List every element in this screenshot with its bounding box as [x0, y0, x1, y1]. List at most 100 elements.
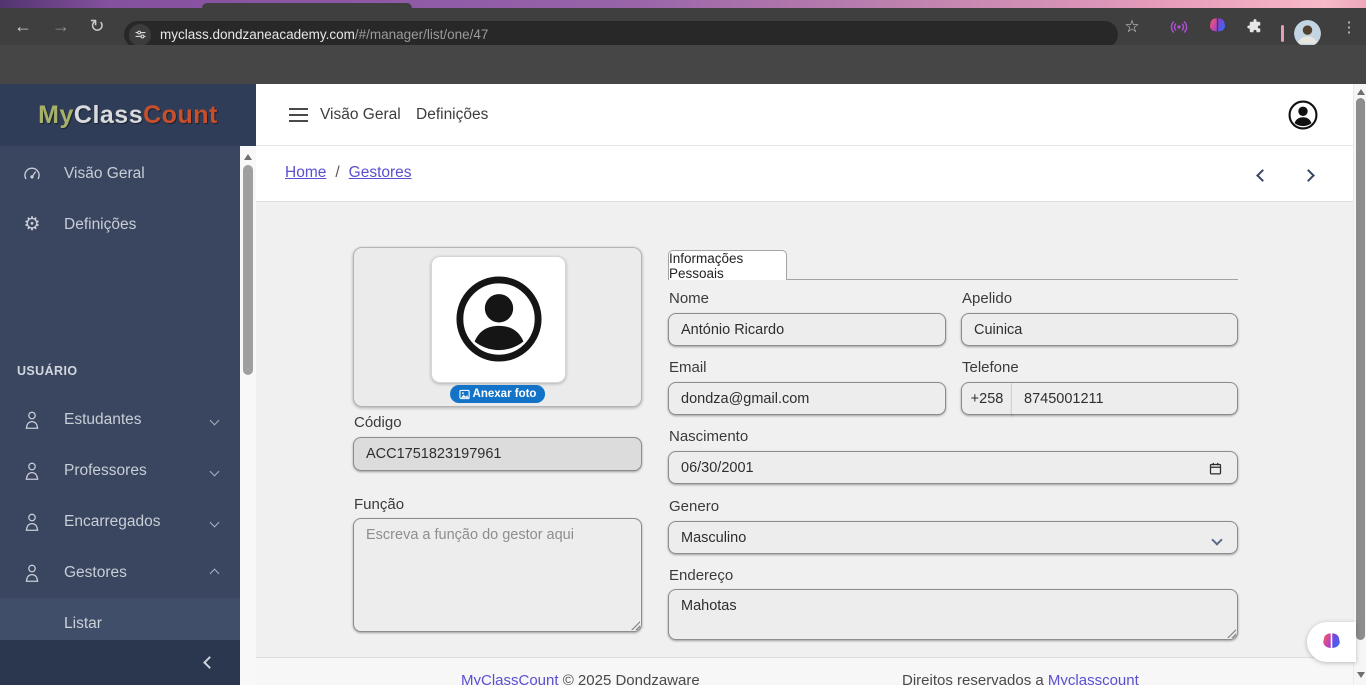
sidebar-item-encarregados[interactable]: Encarregados — [0, 496, 240, 547]
telefone-label: Telefone — [962, 359, 1019, 376]
chevron-up-icon — [209, 564, 220, 582]
genero-value: Masculino — [681, 529, 747, 546]
url-path: /#/manager/list/one/47 — [354, 27, 489, 42]
genero-label: Genero — [669, 498, 720, 515]
sidebar-item-definicoes[interactable]: ⚙ Definições — [0, 199, 240, 250]
url-host: myclass.dondzaneacademy.com — [160, 27, 355, 42]
attach-photo-button[interactable]: Anexar foto — [449, 385, 546, 403]
apelido-input[interactable] — [961, 313, 1238, 346]
previous-record-button[interactable] — [1252, 165, 1272, 185]
breadcrumb-link-home[interactable]: Home — [285, 164, 326, 182]
topnav-link-definicoes[interactable]: Definições — [416, 106, 488, 124]
apelido-label: Apelido — [962, 290, 1013, 307]
page-footer: MyClassCount © 2025 Dondzaware Direitos … — [256, 657, 1366, 685]
brain-icon — [1323, 632, 1340, 648]
extensions-puzzle-icon[interactable] — [1238, 8, 1272, 45]
footer-copyright: © 2025 Dondzaware — [562, 672, 700, 685]
app-logo[interactable]: MyClassCount — [0, 84, 256, 146]
sidebar-scrollbar[interactable] — [240, 146, 256, 685]
topnav-link-visao-geral[interactable]: Visão Geral — [320, 106, 401, 124]
chevron-down-icon — [209, 411, 220, 429]
hamburger-menu-icon[interactable] — [289, 108, 308, 126]
site-settings-icon[interactable] — [129, 23, 151, 46]
reload-button[interactable]: ↻ — [80, 8, 114, 45]
breadcrumb-link-gestores[interactable]: Gestores — [349, 164, 412, 182]
app-logo-text: MyClassCount — [38, 100, 218, 129]
sidebar-item-label: Visão Geral — [64, 164, 145, 182]
nascimento-label: Nascimento — [669, 428, 749, 445]
url-text: myclass.dondzaneacademy.com/#/manager/li… — [160, 27, 488, 42]
telefone-prefix: +258 — [961, 382, 1013, 415]
endereco-textarea[interactable]: Mahotas — [668, 589, 1238, 640]
next-record-button[interactable] — [1298, 165, 1318, 185]
screen: ← → ↻ myclass.dondzaneacademy.com/#/mana… — [0, 0, 1366, 685]
manager-detail-panel: Anexar foto Código Função Informações Pe… — [256, 202, 1366, 657]
broadcast-extension-icon[interactable] — [1162, 8, 1196, 45]
page-scroll-up-arrow[interactable] — [1357, 89, 1365, 95]
person-icon — [0, 461, 64, 481]
browser-toolbar: ← → ↻ myclass.dondzaneacademy.com/#/mana… — [0, 8, 1366, 48]
person-avatar-icon — [455, 275, 542, 362]
forward-button[interactable]: → — [44, 8, 78, 45]
collapse-chevron-icon[interactable] — [203, 654, 216, 672]
sidebar-subitem-label: Listar — [64, 614, 102, 632]
nascimento-value: 06/30/2001 — [681, 459, 754, 476]
footer-rights-link[interactable]: Myclasscount — [1048, 672, 1139, 685]
chevron-down-icon — [209, 462, 220, 480]
sidebar-item-estudantes[interactable]: Estudantes — [0, 394, 240, 445]
address-bar[interactable]: myclass.dondzaneacademy.com/#/manager/li… — [124, 21, 1118, 48]
sidebar-scrollbar-thumb[interactable] — [243, 165, 253, 375]
calendar-icon[interactable] — [1208, 461, 1223, 476]
sidebar-item-visao-geral[interactable]: Visão Geral — [0, 148, 240, 199]
page-scrollbar-thumb[interactable] — [1356, 98, 1365, 640]
genero-select[interactable]: Masculino — [668, 521, 1238, 554]
sidebar-item-label: Encarregados — [64, 512, 161, 530]
sidebar-item-label: Professores — [64, 461, 147, 479]
nascimento-date-input[interactable]: 06/30/2001 — [668, 451, 1238, 484]
email-input[interactable] — [668, 382, 946, 415]
scroll-up-arrow[interactable] — [244, 154, 252, 160]
sidebar-item-gestores[interactable]: Gestores — [0, 547, 240, 598]
codigo-input[interactable] — [353, 437, 642, 471]
sidebar-item-professores[interactable]: Professores — [0, 445, 240, 496]
funcao-label: Função — [354, 496, 405, 513]
breadcrumb-separator: / — [335, 164, 340, 181]
brain-extension-icon[interactable] — [1200, 8, 1234, 45]
image-icon — [458, 389, 470, 399]
sidebar-collapse-bar[interactable] — [0, 640, 240, 685]
page-scroll-down-arrow[interactable] — [1357, 672, 1365, 678]
gear-icon: ⚙ — [23, 214, 41, 235]
browser-tab-strip[interactable] — [0, 0, 1366, 8]
breadcrumb: Home / Gestores — [256, 146, 1366, 202]
bookmark-star-icon[interactable]: ☆ — [1115, 8, 1149, 45]
user-avatar-icon[interactable] — [1288, 100, 1318, 135]
toolbar-separator — [1281, 25, 1284, 42]
tab-informacoes-pessoais[interactable]: Informações Pessoais — [668, 250, 787, 281]
top-navbar: Visão Geral Definições — [256, 84, 1366, 146]
footer-rights-text: Direitos reservados a — [902, 672, 1044, 685]
email-label: Email — [669, 359, 707, 376]
endereco-label: Endereço — [669, 567, 734, 584]
back-button[interactable]: ← — [6, 8, 40, 45]
footer-brand-link[interactable]: MyClassCount — [461, 672, 559, 685]
page-scrollbar[interactable] — [1353, 84, 1366, 685]
select-chevron-icon — [1211, 532, 1223, 548]
browser-menu-icon[interactable]: ⋮ — [1332, 8, 1366, 45]
bookmarks-bar: All Bookmarks — [0, 45, 1366, 116]
profile-photo-placeholder[interactable] — [431, 256, 566, 383]
person-icon — [0, 410, 64, 430]
sidebar-item-label: Estudantes — [64, 410, 142, 428]
codigo-label: Código — [354, 414, 402, 431]
photo-card: Anexar foto — [353, 247, 642, 407]
nome-input[interactable] — [668, 313, 946, 346]
dashboard-icon — [0, 164, 64, 184]
attach-photo-label: Anexar foto — [472, 388, 537, 400]
extension-floating-button[interactable] — [1307, 622, 1356, 662]
chevron-down-icon — [209, 513, 220, 531]
browser-profile-avatar[interactable] — [1294, 20, 1321, 47]
telefone-input[interactable] — [1012, 382, 1238, 415]
sidebar-item-label: Definições — [64, 215, 137, 233]
funcao-textarea[interactable] — [353, 518, 642, 632]
sidebar: MyClassCount Visão Geral ⚙ Definições US… — [0, 84, 256, 685]
person-icon — [0, 512, 64, 532]
